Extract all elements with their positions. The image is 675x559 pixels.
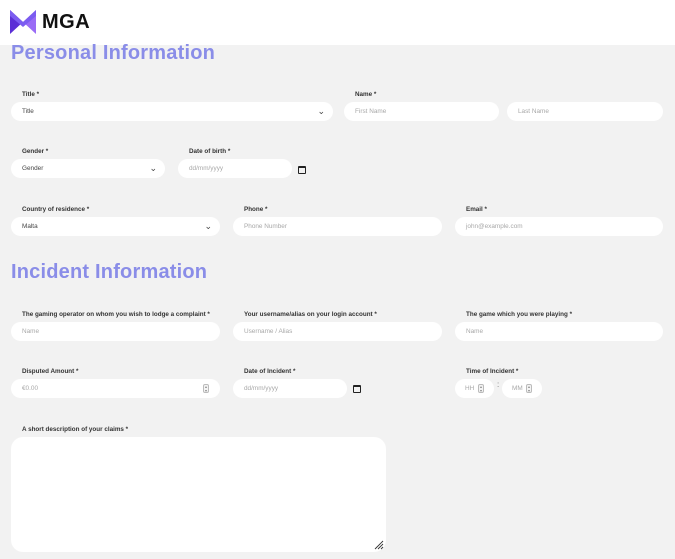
email-placeholder: john@example.com	[466, 223, 523, 230]
username-input[interactable]: Username / Alias	[233, 322, 442, 341]
dob-placeholder: dd/mm/yyyy	[189, 165, 224, 172]
personal-info-heading: Personal Information	[11, 42, 216, 64]
gender-select-value: Gender	[22, 165, 44, 172]
operator-label: The gaming operator on whom you wish to …	[22, 311, 210, 318]
header-bar: MGA	[0, 0, 675, 45]
phone-label: Phone *	[244, 206, 268, 213]
dob-label: Date of birth *	[189, 148, 231, 155]
title-select[interactable]: Title ⌄	[11, 102, 333, 121]
amount-input[interactable]: €0.00 ▴ ▾	[11, 379, 220, 398]
brand-name[interactable]: MGA	[42, 11, 90, 34]
username-label: Your username/alias on your login accoun…	[244, 311, 377, 318]
email-input[interactable]: john@example.com	[455, 217, 663, 236]
game-placeholder: Name	[466, 328, 484, 335]
amount-placeholder: €0.00	[22, 385, 38, 392]
mga-logo-icon[interactable]	[10, 10, 36, 34]
title-select-value: Title	[22, 108, 34, 115]
calendar-icon[interactable]	[298, 166, 306, 174]
amount-label: Disputed Amount *	[22, 368, 79, 375]
description-label: A short description of your claims *	[22, 426, 129, 433]
country-select-value: Malta	[22, 223, 38, 230]
phone-placeholder: Phone Number	[244, 223, 287, 230]
dob-input[interactable]: dd/mm/yyyy	[178, 159, 292, 178]
incident-date-label: Date of Incident *	[244, 368, 296, 375]
hour-stepper-icon[interactable]: ▴ ▾	[478, 384, 484, 393]
hour-input[interactable]: HH ▴ ▾	[455, 379, 494, 398]
country-label: Country of residence *	[22, 206, 90, 213]
name-label: Name *	[355, 91, 377, 98]
country-select[interactable]: Malta ⌄	[11, 217, 220, 236]
incident-time-label: Time of Incident *	[466, 368, 519, 375]
incident-info-heading: Incident Information	[11, 261, 208, 283]
calendar-icon[interactable]	[353, 385, 361, 393]
operator-input[interactable]: Name	[11, 322, 220, 341]
game-input[interactable]: Name	[455, 322, 663, 341]
first-name-input[interactable]: First Name	[344, 102, 499, 121]
chevron-down-icon: ⌄	[149, 163, 157, 173]
minute-stepper-icon[interactable]: ▴ ▾	[526, 384, 532, 393]
incident-date-input[interactable]: dd/mm/yyyy	[233, 379, 347, 398]
gender-select[interactable]: Gender ⌄	[11, 159, 165, 178]
first-name-placeholder: First Name	[355, 108, 387, 115]
minute-placeholder: MM	[512, 385, 523, 392]
phone-input[interactable]: Phone Number	[233, 217, 442, 236]
title-label: Title *	[22, 91, 40, 98]
incident-date-placeholder: dd/mm/yyyy	[244, 385, 279, 392]
description-textarea[interactable]	[11, 437, 386, 552]
email-label: Email *	[466, 206, 487, 213]
last-name-placeholder: Last Name	[518, 108, 549, 115]
username-placeholder: Username / Alias	[244, 328, 293, 335]
minute-input[interactable]: MM ▴ ▾	[502, 379, 542, 398]
hour-placeholder: HH	[465, 385, 475, 392]
time-separator: :	[497, 380, 500, 389]
gender-label: Gender *	[22, 148, 49, 155]
last-name-input[interactable]: Last Name	[507, 102, 663, 121]
resize-handle-icon[interactable]	[374, 540, 384, 550]
operator-placeholder: Name	[22, 328, 40, 335]
chevron-down-icon: ⌄	[204, 221, 212, 231]
number-stepper-icon[interactable]: ▴ ▾	[203, 384, 209, 393]
game-label: The game which you were playing *	[466, 311, 573, 318]
chevron-down-icon: ⌄	[317, 106, 325, 116]
